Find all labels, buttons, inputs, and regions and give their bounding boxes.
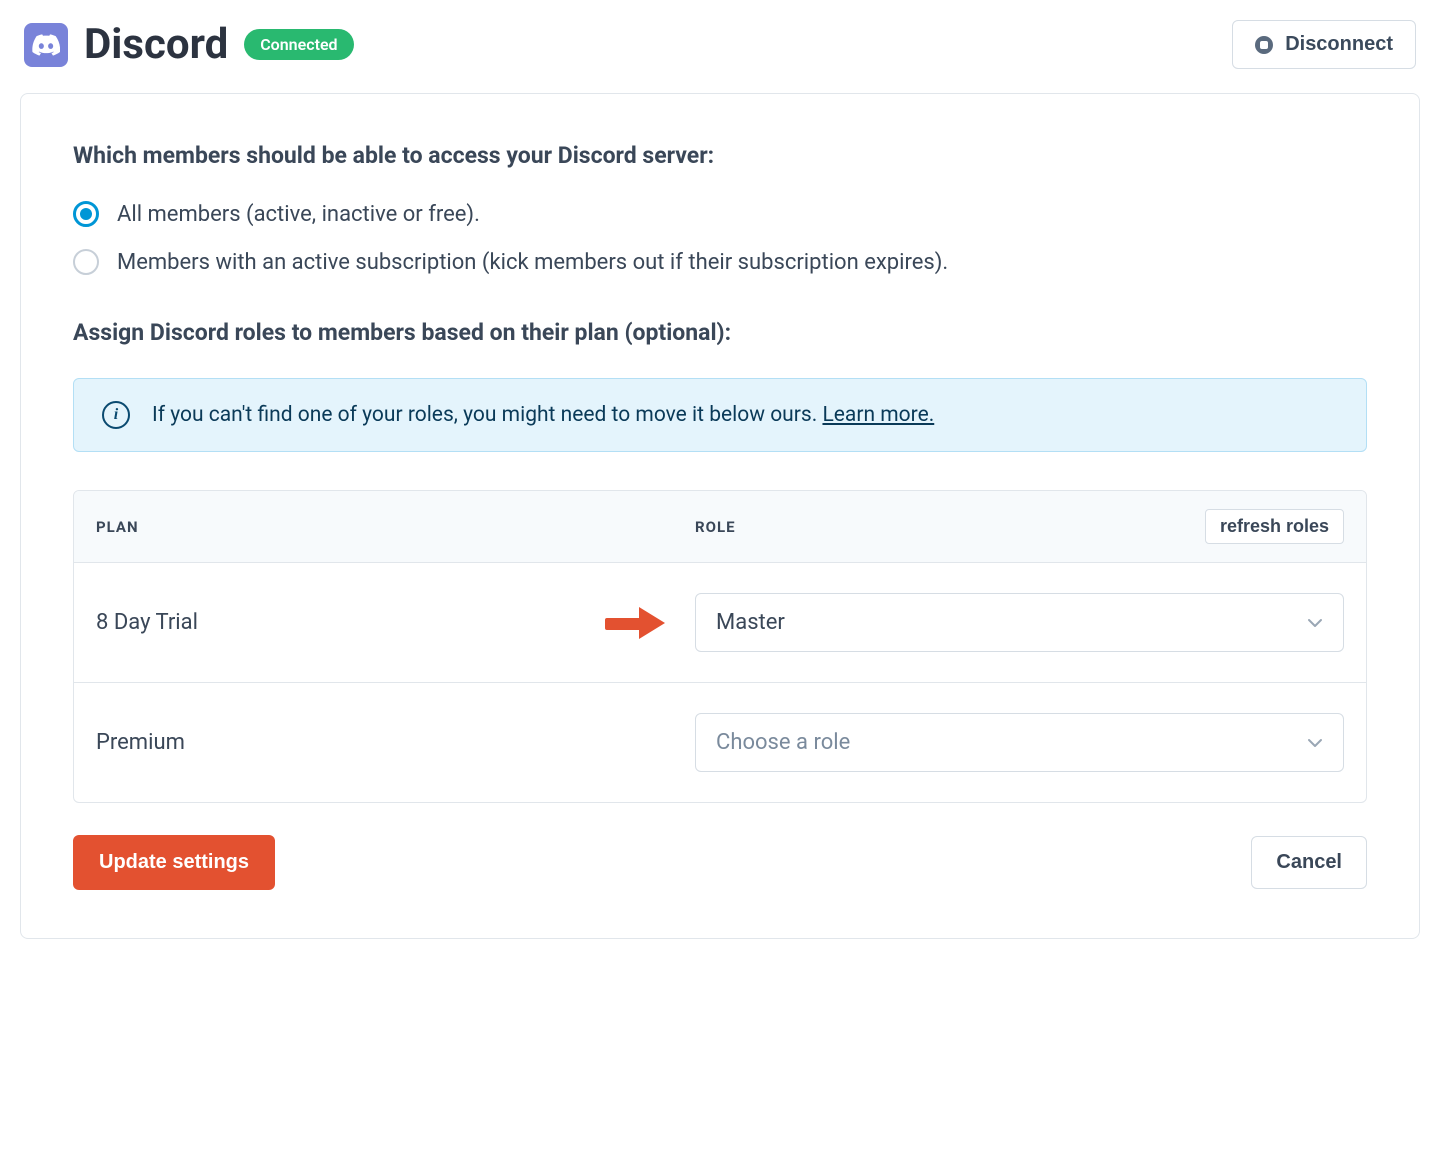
table-header: PLAN ROLE refresh roles — [74, 491, 1366, 563]
roles-table: PLAN ROLE refresh roles 8 Day Trial Mast… — [73, 490, 1367, 803]
info-icon: i — [102, 401, 130, 429]
plan-name: Premium — [96, 730, 185, 755]
chevron-down-icon — [1307, 735, 1323, 751]
footer-actions: Update settings Cancel — [73, 835, 1367, 890]
page-header: Discord Connected Disconnect — [20, 20, 1420, 69]
chevron-down-icon — [1307, 615, 1323, 631]
role-column-header: ROLE — [695, 518, 736, 536]
radio-selected-icon — [73, 201, 99, 227]
access-radio-group: All members (active, inactive or free). … — [73, 201, 1367, 275]
disconnect-button[interactable]: Disconnect — [1232, 20, 1416, 69]
settings-card: Which members should be able to access y… — [20, 93, 1420, 939]
info-box: i If you can't find one of your roles, y… — [73, 378, 1367, 452]
plan-name: 8 Day Trial — [96, 610, 198, 635]
discord-logo-icon — [24, 23, 68, 67]
access-heading: Which members should be able to access y… — [73, 142, 1367, 169]
radio-option-active-subscription[interactable]: Members with an active subscription (kic… — [73, 249, 1367, 275]
roles-heading: Assign Discord roles to members based on… — [73, 319, 1367, 346]
role-select-placeholder: Choose a role — [716, 730, 850, 755]
table-row: Premium Choose a role — [74, 683, 1366, 802]
radio-unselected-icon — [73, 249, 99, 275]
table-row: 8 Day Trial Master — [74, 563, 1366, 683]
disconnect-label: Disconnect — [1285, 33, 1393, 56]
radio-option-all-members[interactable]: All members (active, inactive or free). — [73, 201, 1367, 227]
arrow-right-icon — [601, 603, 669, 643]
radio-label: All members (active, inactive or free). — [117, 202, 480, 227]
radio-label: Members with an active subscription (kic… — [117, 250, 948, 275]
role-select[interactable]: Master — [695, 593, 1344, 652]
header-left: Discord Connected — [24, 20, 354, 69]
plan-column-header: PLAN — [96, 518, 695, 536]
info-text: If you can't find one of your roles, you… — [152, 403, 934, 427]
refresh-roles-button[interactable]: refresh roles — [1205, 509, 1344, 544]
learn-more-link[interactable]: Learn more. — [822, 403, 934, 427]
update-settings-button[interactable]: Update settings — [73, 835, 275, 890]
role-select[interactable]: Choose a role — [695, 713, 1344, 772]
page-title: Discord — [84, 20, 228, 69]
role-select-value: Master — [716, 610, 785, 635]
cancel-button[interactable]: Cancel — [1251, 836, 1367, 889]
stop-icon — [1255, 36, 1273, 54]
status-badge: Connected — [244, 29, 353, 60]
